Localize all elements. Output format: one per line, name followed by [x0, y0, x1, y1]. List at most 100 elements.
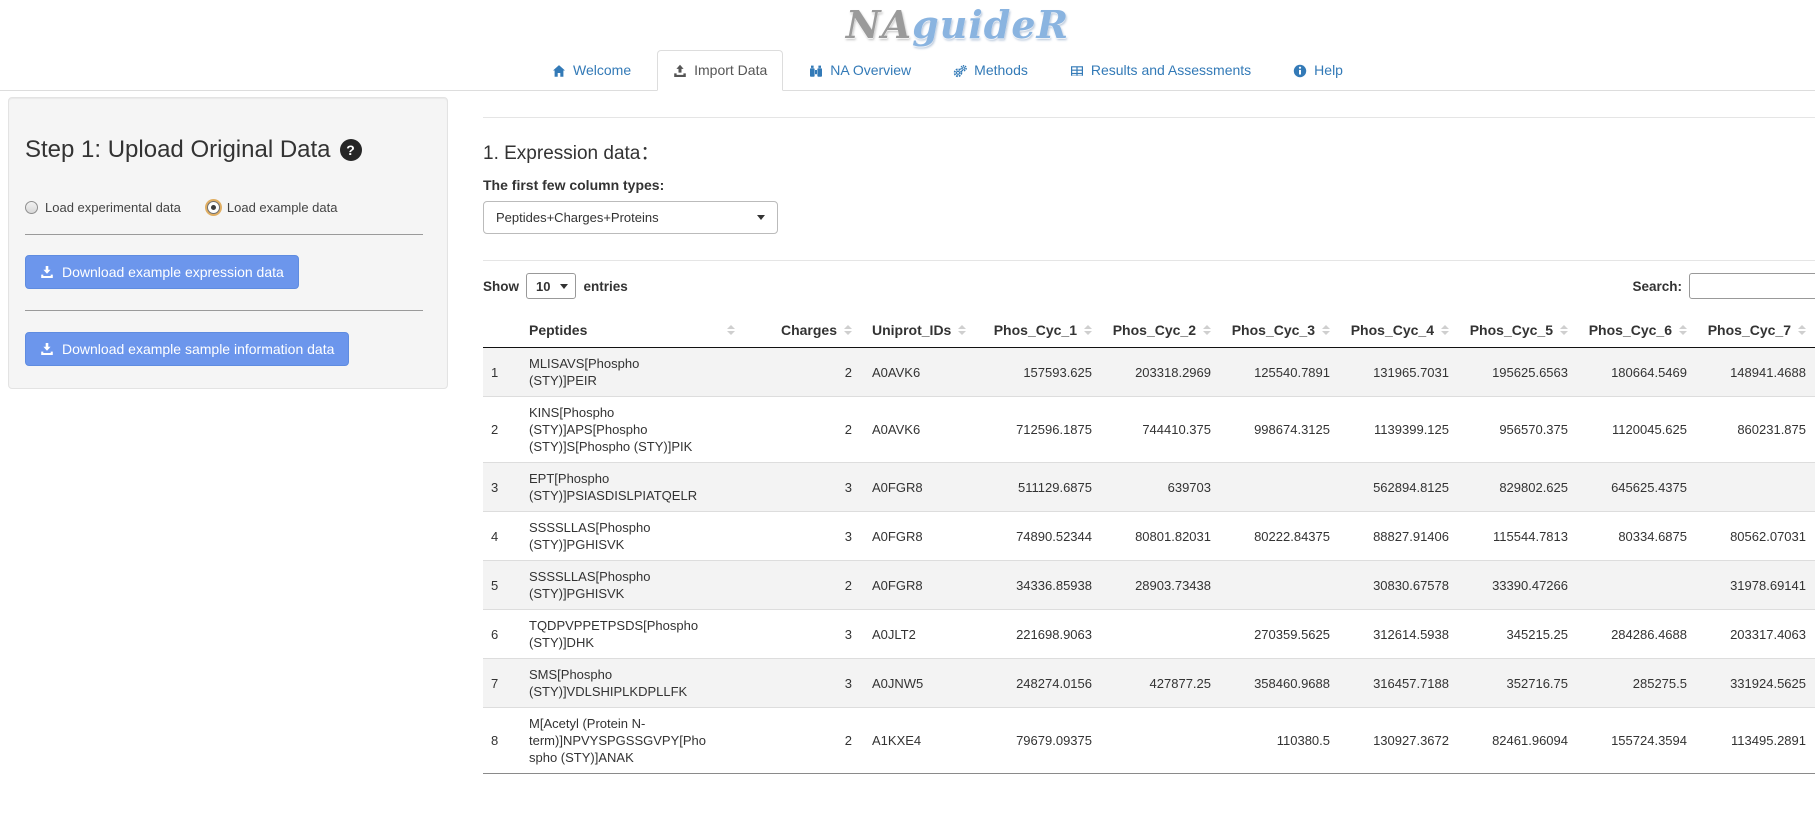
sort-icon[interactable] [1441, 325, 1449, 335]
divider [483, 117, 1815, 118]
table-search-input[interactable] [1689, 273, 1815, 299]
download-sample-info-button[interactable]: Download example sample information data [25, 332, 349, 366]
download-icon [40, 342, 54, 356]
cell-peptide: SMS[Phospho (STY)]VDLSHIPLKDPLLFK [519, 659, 745, 708]
column-header-phos-cyc-2[interactable]: Phos_Cyc_2 [1102, 313, 1221, 348]
cell-phos-cyc-7: 31978.69141 [1697, 561, 1815, 610]
cell-phos-cyc-3: 125540.7891 [1221, 348, 1340, 397]
cell-phos-cyc-6: 285275.5 [1578, 659, 1697, 708]
table-controls: Show 10 entries Search: [483, 273, 1815, 299]
column-header-peptides[interactable]: Peptides [519, 313, 745, 348]
column-header-phos-cyc-1[interactable]: Phos_Cyc_1 [986, 313, 1102, 348]
table-row[interactable]: 8M[Acetyl (Protein N-term)]NPVYSPGSSGVPY… [483, 708, 1815, 774]
table-row[interactable]: 4SSSSLLAS[Phospho (STY)]PGHISVK3A0FGR874… [483, 512, 1815, 561]
cell-phos-cyc-4: 1139399.125 [1340, 397, 1459, 463]
cell-phos-cyc-3: 110380.5 [1221, 708, 1340, 774]
tab-na-overview[interactable]: NA Overview [793, 50, 927, 91]
table-search: Search: [1632, 273, 1815, 299]
cell-peptide: TQDPVPPETPSDS[Phospho (STY)]DHK [519, 610, 745, 659]
sort-icon[interactable] [1798, 325, 1806, 335]
cell-charge: 3 [745, 463, 862, 512]
tab-label: Import Data [694, 61, 767, 80]
entries-label: entries [583, 279, 627, 294]
column-header-phos-cyc-7[interactable]: Phos_Cyc_7 [1697, 313, 1815, 348]
tab-results-and-assessments[interactable]: Results and Assessments [1054, 50, 1267, 91]
sort-icon[interactable] [958, 325, 966, 335]
sort-icon[interactable] [727, 325, 735, 335]
cell-charge: 3 [745, 512, 862, 561]
chevron-down-icon [757, 215, 765, 220]
main-panel: 1. Expression data： The first few column… [483, 97, 1815, 774]
tab-methods[interactable]: Methods [937, 50, 1044, 91]
sort-icon[interactable] [1084, 325, 1092, 335]
cell-charge: 3 [745, 610, 862, 659]
cell-phos-cyc-3: 270359.5625 [1221, 610, 1340, 659]
radio-label: Load example data [227, 200, 338, 215]
cell-uniprot-id: A0JNW5 [862, 659, 986, 708]
column-header-uniprot-ids[interactable]: Uniprot_IDs [862, 313, 986, 348]
divider [483, 260, 1815, 261]
column-header-phos-cyc-6[interactable]: Phos_Cyc_6 [1578, 313, 1697, 348]
sort-icon[interactable] [1203, 325, 1211, 335]
column-header-charges[interactable]: Charges [745, 313, 862, 348]
sort-icon[interactable] [844, 325, 852, 335]
radio-unchecked-icon[interactable] [25, 201, 38, 214]
column-header-label: Phos_Cyc_3 [1232, 322, 1315, 338]
column-header-label: Uniprot_IDs [872, 322, 951, 338]
radio-load-experimental-data[interactable]: Load experimental data [25, 200, 181, 215]
cell-phos-cyc-5: 352716.75 [1459, 659, 1578, 708]
cell-phos-cyc-5: 956570.375 [1459, 397, 1578, 463]
cell-phos-cyc-7: 148941.4688 [1697, 348, 1815, 397]
page-length-value: 10 [536, 279, 550, 294]
cell-peptide: MLISAVS[Phospho (STY)]PEIR [519, 348, 745, 397]
cell-phos-cyc-4: 130927.3672 [1340, 708, 1459, 774]
column-header-phos-cyc-4[interactable]: Phos_Cyc_4 [1340, 313, 1459, 348]
logo-guider-text: guideR [912, 2, 1069, 47]
upload-panel: Step 1: Upload Original Data Load experi… [8, 97, 448, 389]
radio-load-example-data[interactable]: Load example data [207, 200, 338, 215]
question-icon[interactable] [340, 139, 362, 161]
table-row[interactable]: 6TQDPVPPETPSDS[Phospho (STY)]DHK3A0JLT22… [483, 610, 1815, 659]
cell-phos-cyc-6 [1578, 561, 1697, 610]
column-header-label: Phos_Cyc_4 [1351, 322, 1434, 338]
cell-charge: 2 [745, 348, 862, 397]
download-icon [40, 265, 54, 279]
column-header-label: Peptides [529, 322, 587, 338]
column-header-label: Phos_Cyc_1 [994, 322, 1077, 338]
cell-uniprot-id: A0AVK6 [862, 348, 986, 397]
sort-icon[interactable] [1322, 325, 1330, 335]
cell-charge: 2 [745, 561, 862, 610]
table-row[interactable]: 5SSSSLLAS[Phospho (STY)]PGHISVK2A0FGR834… [483, 561, 1815, 610]
radio-checked-icon[interactable] [207, 201, 220, 214]
column-header-label: Phos_Cyc_6 [1589, 322, 1672, 338]
table-row[interactable]: 7SMS[Phospho (STY)]VDLSHIPLKDPLLFK3A0JNW… [483, 659, 1815, 708]
tab-import-data[interactable]: Import Data [657, 50, 783, 91]
cell-phos-cyc-4: 312614.5938 [1340, 610, 1459, 659]
cell-row-index: 5 [483, 561, 519, 610]
sort-icon[interactable] [1679, 325, 1687, 335]
cell-phos-cyc-2: 80801.82031 [1102, 512, 1221, 561]
cell-phos-cyc-7: 331924.5625 [1697, 659, 1815, 708]
tab-help[interactable]: Help [1277, 50, 1359, 91]
column-header-label: Charges [781, 322, 837, 338]
column-types-select[interactable]: Peptides+Charges+Proteins [483, 201, 778, 234]
column-header-phos-cyc-5[interactable]: Phos_Cyc_5 [1459, 313, 1578, 348]
table-header-row: Peptides Charges Uniprot_IDs Phos_Cyc_1 Phos… [483, 313, 1815, 348]
content-area: Step 1: Upload Original Data Load experi… [0, 91, 1815, 774]
main-nav: Welcome Import Data NA OverviewMethodsResu… [0, 50, 1815, 91]
sort-icon[interactable] [1560, 325, 1568, 335]
cell-phos-cyc-3: 80222.84375 [1221, 512, 1340, 561]
page-length-select[interactable]: 10 [526, 273, 576, 299]
cell-phos-cyc-4: 316457.7188 [1340, 659, 1459, 708]
cell-phos-cyc-2: 203318.2969 [1102, 348, 1221, 397]
tab-welcome[interactable]: Welcome [536, 50, 647, 91]
column-header-phos-cyc-3[interactable]: Phos_Cyc_3 [1221, 313, 1340, 348]
download-expression-data-button[interactable]: Download example expression data [25, 255, 299, 289]
table-row[interactable]: 1MLISAVS[Phospho (STY)]PEIR2A0AVK6157593… [483, 348, 1815, 397]
cell-charge: 2 [745, 708, 862, 774]
table-row[interactable]: 2KINS[Phospho (STY)]APS[Phospho (STY)]S[… [483, 397, 1815, 463]
gears-icon [953, 64, 967, 78]
cell-row-index: 2 [483, 397, 519, 463]
table-row[interactable]: 3EPT[Phospho (STY)]PSIASDISLPIATQELR3A0F… [483, 463, 1815, 512]
panel-title: Step 1: Upload Original Data [25, 136, 423, 164]
